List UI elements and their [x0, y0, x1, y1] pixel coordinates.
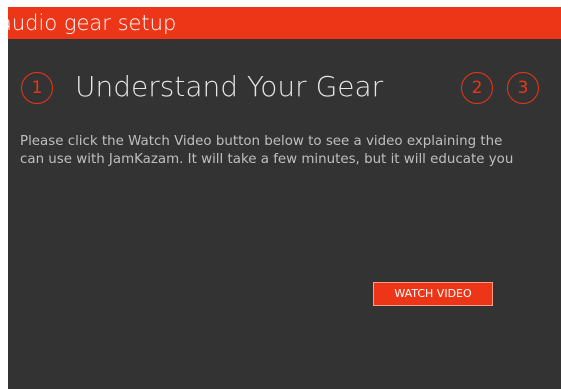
gear-setup-dialog: audio gear setup 1 Understand Your Gear … [8, 7, 561, 389]
instructions-line-1: Please click the Watch Video button belo… [20, 134, 503, 149]
step-3-indicator[interactable]: 3 [507, 72, 539, 104]
instructions-line-2: can use with JamKazam. It will take a fe… [20, 152, 514, 167]
step-instructions: Please click the Watch Video button belo… [20, 133, 561, 169]
step-heading: Understand Your Gear [75, 70, 384, 103]
dialog-title: audio gear setup [8, 11, 177, 35]
dialog-titlebar: audio gear setup [8, 7, 561, 39]
step-2-indicator[interactable]: 2 [461, 72, 493, 104]
step-1-indicator[interactable]: 1 [21, 72, 53, 104]
watch-video-button[interactable]: WATCH VIDEO [374, 283, 492, 305]
